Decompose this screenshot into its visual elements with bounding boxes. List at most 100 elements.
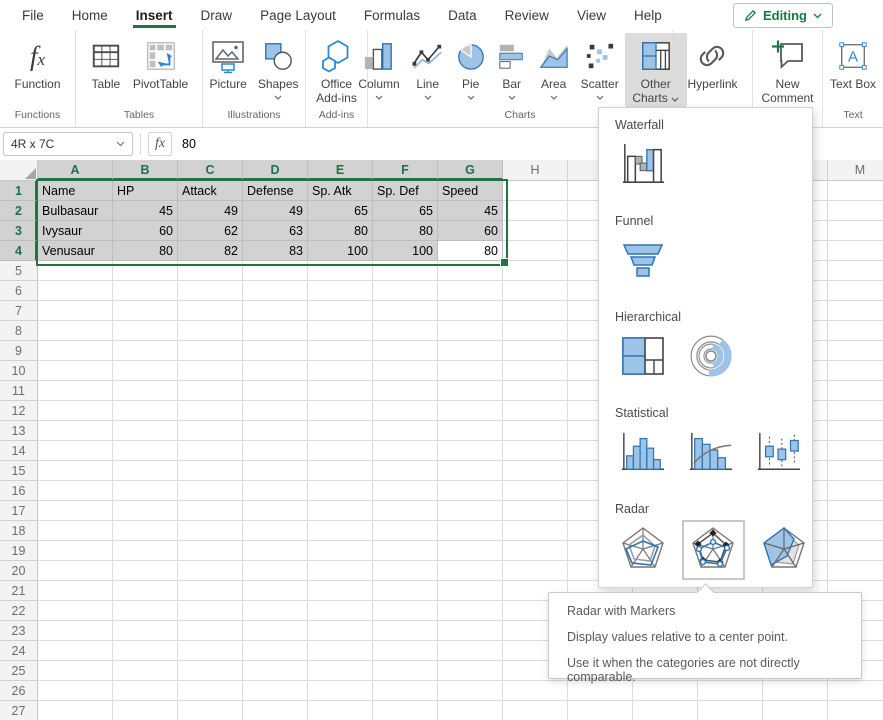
cell-B6[interactable] — [113, 281, 178, 301]
cell-G14[interactable] — [438, 441, 503, 461]
row-header-13[interactable]: 13 — [0, 421, 38, 441]
row-header-23[interactable]: 23 — [0, 621, 38, 641]
row-header-17[interactable]: 17 — [0, 501, 38, 521]
cell-A1[interactable]: Name — [38, 181, 113, 201]
cell-F1[interactable]: Sp. Def — [373, 181, 438, 201]
cell-A19[interactable] — [38, 541, 113, 561]
chart-type-sunburst[interactable] — [683, 332, 739, 384]
cell-C12[interactable] — [178, 401, 243, 421]
cell-D11[interactable] — [243, 381, 308, 401]
cell-M20[interactable] — [828, 561, 883, 581]
cell-C25[interactable] — [178, 661, 243, 681]
cell-F9[interactable] — [373, 341, 438, 361]
cell-C8[interactable] — [178, 321, 243, 341]
cell-D9[interactable] — [243, 341, 308, 361]
cell-M27[interactable] — [828, 701, 883, 720]
cell-G12[interactable] — [438, 401, 503, 421]
cell-E26[interactable] — [308, 681, 373, 701]
cell-M4[interactable] — [828, 241, 883, 261]
cell-H18[interactable] — [503, 521, 568, 541]
cell-L26[interactable] — [763, 681, 828, 701]
cell-M7[interactable] — [828, 301, 883, 321]
cell-A20[interactable] — [38, 561, 113, 581]
cell-M13[interactable] — [828, 421, 883, 441]
cell-J26[interactable] — [633, 681, 698, 701]
cell-G5[interactable] — [438, 261, 503, 281]
cell-C22[interactable] — [178, 601, 243, 621]
cell-M12[interactable] — [828, 401, 883, 421]
row-header-12[interactable]: 12 — [0, 401, 38, 421]
column-header-A[interactable]: A — [38, 160, 113, 181]
column-header-C[interactable]: C — [178, 160, 243, 181]
cell-M26[interactable] — [828, 681, 883, 701]
cell-G26[interactable] — [438, 681, 503, 701]
cell-J27[interactable] — [633, 701, 698, 720]
cell-A22[interactable] — [38, 601, 113, 621]
row-header-3[interactable]: 3 — [0, 221, 38, 241]
cell-M1[interactable] — [828, 181, 883, 201]
menu-tab-insert[interactable]: Insert — [122, 0, 187, 30]
chart-type-waterfall[interactable] — [615, 140, 671, 192]
cell-K26[interactable] — [698, 681, 763, 701]
row-header-22[interactable]: 22 — [0, 601, 38, 621]
row-header-18[interactable]: 18 — [0, 521, 38, 541]
function-button[interactable]: fx Function — [9, 33, 65, 107]
cell-B13[interactable] — [113, 421, 178, 441]
pie-chart-button[interactable]: Pie — [451, 33, 491, 107]
cell-A14[interactable] — [38, 441, 113, 461]
cell-H14[interactable] — [503, 441, 568, 461]
cell-D10[interactable] — [243, 361, 308, 381]
cell-F17[interactable] — [373, 501, 438, 521]
cell-F18[interactable] — [373, 521, 438, 541]
fill-handle[interactable] — [500, 258, 509, 267]
cell-B14[interactable] — [113, 441, 178, 461]
cell-M6[interactable] — [828, 281, 883, 301]
row-header-20[interactable]: 20 — [0, 561, 38, 581]
cell-E8[interactable] — [308, 321, 373, 341]
cell-H27[interactable] — [503, 701, 568, 720]
cell-C21[interactable] — [178, 581, 243, 601]
cell-M16[interactable] — [828, 481, 883, 501]
cell-A27[interactable] — [38, 701, 113, 720]
cell-B21[interactable] — [113, 581, 178, 601]
cell-F26[interactable] — [373, 681, 438, 701]
column-chart-button[interactable]: Column — [353, 33, 404, 107]
cell-D1[interactable]: Defense — [243, 181, 308, 201]
cell-B18[interactable] — [113, 521, 178, 541]
row-header-14[interactable]: 14 — [0, 441, 38, 461]
cell-D8[interactable] — [243, 321, 308, 341]
cell-K27[interactable] — [698, 701, 763, 720]
cell-E18[interactable] — [308, 521, 373, 541]
cell-E10[interactable] — [308, 361, 373, 381]
cell-E15[interactable] — [308, 461, 373, 481]
cell-E19[interactable] — [308, 541, 373, 561]
cell-B26[interactable] — [113, 681, 178, 701]
cell-F12[interactable] — [373, 401, 438, 421]
cell-C1[interactable]: Attack — [178, 181, 243, 201]
menu-tab-draw[interactable]: Draw — [187, 0, 247, 30]
cell-M18[interactable] — [828, 521, 883, 541]
cell-E23[interactable] — [308, 621, 373, 641]
cell-C24[interactable] — [178, 641, 243, 661]
cell-M14[interactable] — [828, 441, 883, 461]
cell-F4[interactable]: 100 — [373, 241, 438, 261]
cell-E20[interactable] — [308, 561, 373, 581]
cell-E16[interactable] — [308, 481, 373, 501]
row-header-19[interactable]: 19 — [0, 541, 38, 561]
cell-G8[interactable] — [438, 321, 503, 341]
cell-E14[interactable] — [308, 441, 373, 461]
row-header-16[interactable]: 16 — [0, 481, 38, 501]
cell-A2[interactable]: Bulbasaur — [38, 201, 113, 221]
menu-tab-review[interactable]: Review — [491, 0, 563, 30]
cell-F13[interactable] — [373, 421, 438, 441]
cell-D6[interactable] — [243, 281, 308, 301]
cell-E7[interactable] — [308, 301, 373, 321]
cell-H13[interactable] — [503, 421, 568, 441]
cell-C3[interactable]: 62 — [178, 221, 243, 241]
cell-F24[interactable] — [373, 641, 438, 661]
fx-icon[interactable]: fx — [148, 132, 172, 156]
cell-M11[interactable] — [828, 381, 883, 401]
cell-A6[interactable] — [38, 281, 113, 301]
cell-D22[interactable] — [243, 601, 308, 621]
cell-H26[interactable] — [503, 681, 568, 701]
